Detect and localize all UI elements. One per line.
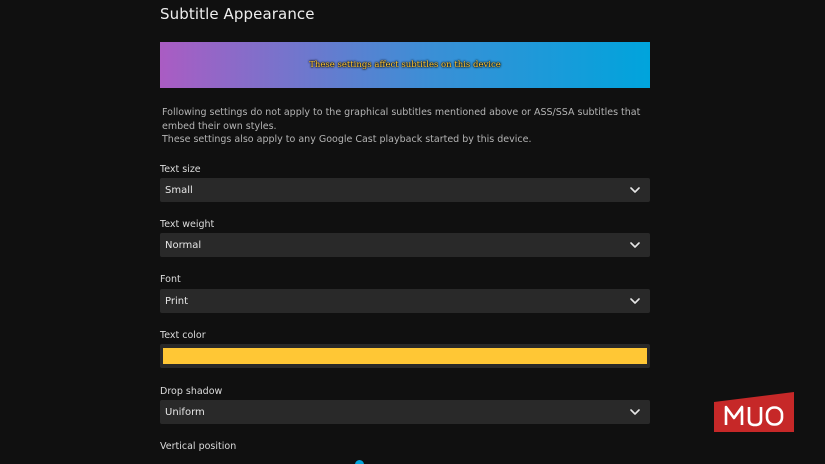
text-size-select[interactable]: Small: [160, 178, 650, 202]
text-color-label: Text color: [160, 330, 206, 341]
font-value: Print: [165, 295, 189, 307]
chevron-down-icon: [630, 240, 640, 250]
chevron-down-icon: [630, 296, 640, 306]
text-color-swatch: [163, 348, 647, 364]
text-weight-label: Text weight: [160, 219, 215, 230]
page-title: Subtitle Appearance: [160, 5, 315, 23]
text-size-label: Text size: [160, 164, 201, 175]
subtitle-preview-text: These settings affect subtitles on this …: [309, 60, 501, 70]
text-weight-select[interactable]: Normal: [160, 233, 650, 257]
chevron-down-icon: [630, 185, 640, 195]
text-weight-value: Normal: [165, 239, 202, 251]
drop-shadow-select[interactable]: Uniform: [160, 400, 650, 424]
subtitle-preview: These settings affect subtitles on this …: [160, 42, 650, 88]
font-select[interactable]: Print: [160, 289, 650, 313]
drop-shadow-value: Uniform: [165, 406, 205, 418]
vertical-position-label: Vertical position: [160, 441, 237, 452]
font-label: Font: [160, 274, 181, 285]
info-text-google-cast: These settings also apply to any Google …: [162, 134, 532, 145]
info-text-graphical: Following settings do not apply to the g…: [162, 107, 641, 132]
chevron-down-icon: [630, 407, 640, 417]
vertical-position-slider-thumb[interactable]: [355, 460, 364, 464]
text-color-picker[interactable]: [160, 344, 650, 368]
drop-shadow-label: Drop shadow: [160, 386, 223, 397]
text-size-value: Small: [165, 184, 193, 196]
settings-info: Following settings do not apply to the g…: [162, 106, 652, 147]
muo-logo: [714, 392, 794, 432]
subtitle-settings-page: Subtitle Appearance These settings affec…: [0, 0, 825, 464]
